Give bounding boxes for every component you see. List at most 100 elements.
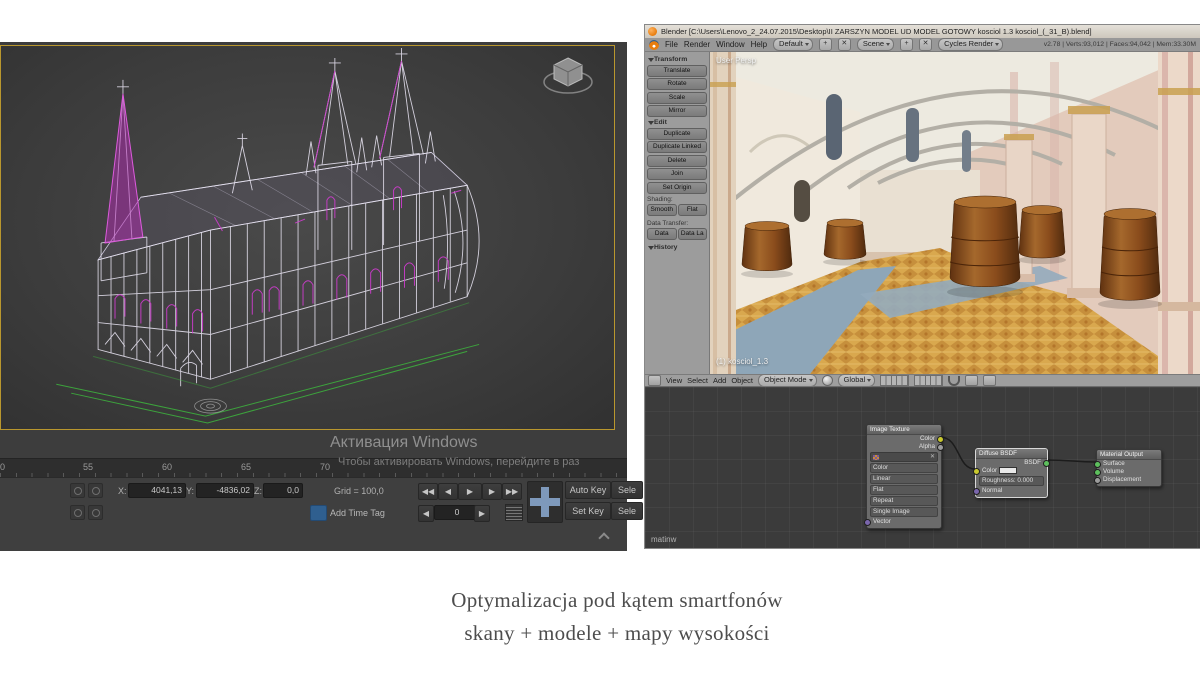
menu-file[interactable]: File: [665, 40, 678, 49]
blender-app-icon: [648, 27, 657, 36]
close-layout-button[interactable]: ✕: [838, 38, 851, 51]
selection-lock-icon[interactable]: [70, 483, 85, 498]
transform-orientation-dropdown[interactable]: Global: [838, 374, 876, 387]
layers-widget[interactable]: [880, 375, 909, 386]
viewport-shading-icon[interactable]: [822, 375, 833, 386]
x-coordinate-field[interactable]: 4041,13: [128, 483, 186, 498]
diffuse-bsdf-node[interactable]: Diffuse BSDF BSDF Color Roughness: 0.000…: [975, 448, 1048, 498]
minimize-panel-icon[interactable]: [598, 530, 610, 542]
render-animation-icon[interactable]: [983, 375, 996, 386]
delete-button[interactable]: Delete: [647, 155, 707, 167]
color-space-button[interactable]: Color: [870, 463, 938, 473]
selection-set-button[interactable]: Sele: [611, 481, 643, 499]
screen-layout-dropdown[interactable]: Default: [773, 38, 813, 51]
extension-button[interactable]: Repeat: [870, 496, 938, 506]
transform-section-header[interactable]: Transform: [647, 56, 707, 63]
previous-frame-button[interactable]: ◀: [438, 483, 458, 500]
go-to-start-button[interactable]: ◀◀: [418, 483, 438, 500]
material-output-node[interactable]: Material Output Surface Volume Displacem…: [1096, 449, 1162, 487]
isolate-icon[interactable]: [88, 483, 103, 498]
render-engine-dropdown[interactable]: Cycles Render: [938, 38, 1003, 51]
duplicate-linked-button[interactable]: Duplicate Linked: [647, 141, 707, 153]
history-section-header[interactable]: History: [647, 244, 707, 251]
edit-section-header[interactable]: Edit: [647, 119, 707, 126]
set-key-button[interactable]: Set Key: [565, 502, 611, 520]
image-texture-node[interactable]: Image Texture Color Alpha ✕ Color Linear…: [866, 424, 942, 529]
duplicate-button[interactable]: Duplicate: [647, 128, 707, 140]
shade-smooth-button[interactable]: Smooth: [647, 204, 677, 216]
surface-input-socket[interactable]: Surface: [1097, 460, 1161, 468]
mirror-button[interactable]: Mirror: [647, 105, 707, 117]
key-filters-button[interactable]: Sele: [611, 502, 643, 520]
view-menu[interactable]: View: [666, 376, 682, 385]
alpha-output-socket[interactable]: Alpha: [867, 443, 941, 451]
macro-recorder-icon[interactable]: [70, 505, 85, 520]
timeline-tick-label: 55: [83, 462, 93, 472]
roughness-slider[interactable]: Roughness: 0.000: [979, 476, 1044, 486]
mode-dropdown[interactable]: Object Mode: [758, 374, 817, 387]
church-wireframe-model: [1, 46, 614, 429]
listener-icon[interactable]: [88, 505, 103, 520]
color-output-socket[interactable]: Color: [867, 435, 941, 443]
scene-statistics: v2.78 | Verts:93,012 | Faces:94,042 | Me…: [1044, 41, 1196, 48]
auto-key-button[interactable]: Auto Key: [565, 481, 611, 499]
select-menu[interactable]: Select: [687, 376, 708, 385]
unlink-image-icon[interactable]: ✕: [930, 454, 935, 461]
displacement-input-socket[interactable]: Displacement: [1097, 476, 1161, 484]
add-scene-button[interactable]: +: [900, 38, 913, 51]
bsdf-output-socket[interactable]: BSDF: [976, 459, 1047, 467]
join-button[interactable]: Join: [647, 168, 707, 180]
frame-spinner-right-button[interactable]: ▶: [474, 505, 490, 522]
pan-navigation-button[interactable]: [527, 481, 563, 523]
timeline-tick-label: 50: [0, 462, 5, 472]
time-tag-icon[interactable]: [310, 505, 327, 521]
vector-input-socket[interactable]: Vector: [867, 518, 941, 526]
menu-help[interactable]: Help: [751, 40, 767, 49]
caption-line-2: skany + modele + mapy wysokości: [34, 617, 1200, 650]
close-scene-button[interactable]: ✕: [919, 38, 932, 51]
max-viewport[interactable]: [0, 45, 615, 430]
render-opengl-icon[interactable]: [965, 375, 978, 386]
volume-input-socket[interactable]: Volume: [1097, 468, 1161, 476]
menu-window[interactable]: Window: [716, 40, 744, 49]
viewcube-gizmo[interactable]: [540, 52, 596, 105]
go-to-end-button[interactable]: ▶▶: [502, 483, 522, 500]
shade-flat-button[interactable]: Flat: [678, 204, 708, 216]
rotate-button[interactable]: Rotate: [647, 78, 707, 90]
snap-magnet-icon[interactable]: [948, 376, 960, 386]
editor-type-icon[interactable]: [648, 375, 661, 386]
windows-activation-watermark: Активация Windows: [330, 434, 477, 452]
blender-logo-icon[interactable]: [649, 40, 659, 50]
play-button[interactable]: ▶: [458, 483, 482, 500]
add-time-tag-button[interactable]: Add Time Tag: [330, 508, 385, 518]
y-label: Y:: [186, 486, 194, 496]
viewport-object-label: (1) kosciol_1.3: [716, 357, 768, 366]
layers-widget[interactable]: [914, 375, 943, 386]
color-input-socket[interactable]: Color: [976, 467, 1047, 475]
scene-dropdown[interactable]: Scene: [857, 38, 894, 51]
add-layout-button[interactable]: +: [819, 38, 832, 51]
object-menu[interactable]: Object: [731, 376, 753, 385]
normal-input-socket[interactable]: Normal: [976, 487, 1047, 495]
source-button[interactable]: Single Image: [870, 507, 938, 517]
interpolation-button[interactable]: Linear: [870, 474, 938, 484]
y-coordinate-field[interactable]: -4836,02: [196, 483, 254, 498]
data-transfer-button[interactable]: Data: [647, 228, 677, 240]
data-layout-button[interactable]: Data La: [678, 228, 708, 240]
node-editor[interactable]: Image Texture Color Alpha ✕ Color Linear…: [645, 387, 1200, 548]
add-menu[interactable]: Add: [713, 376, 726, 385]
frame-spinner-left-button[interactable]: ◀: [418, 505, 434, 522]
projection-button[interactable]: Flat: [870, 485, 938, 495]
viewport-layout-button[interactable]: [505, 504, 523, 521]
set-origin-dropdown[interactable]: Set Origin: [647, 182, 707, 194]
next-frame-button[interactable]: ▶: [482, 483, 502, 500]
scale-button[interactable]: Scale: [647, 92, 707, 104]
timeline-tick-label: 70: [320, 462, 330, 472]
translate-button[interactable]: Translate: [647, 65, 707, 77]
image-datablock-field[interactable]: ✕: [870, 452, 938, 462]
blender-3d-viewport[interactable]: User Persp (1) kosciol_1.3: [710, 52, 1200, 374]
blender-title-bar[interactable]: Blender [C:\Users\Lenovo_2_24.07.2015\De…: [645, 25, 1200, 38]
color-swatch[interactable]: [999, 467, 1017, 474]
z-coordinate-field[interactable]: 0,0: [263, 483, 303, 498]
menu-render[interactable]: Render: [684, 40, 710, 49]
